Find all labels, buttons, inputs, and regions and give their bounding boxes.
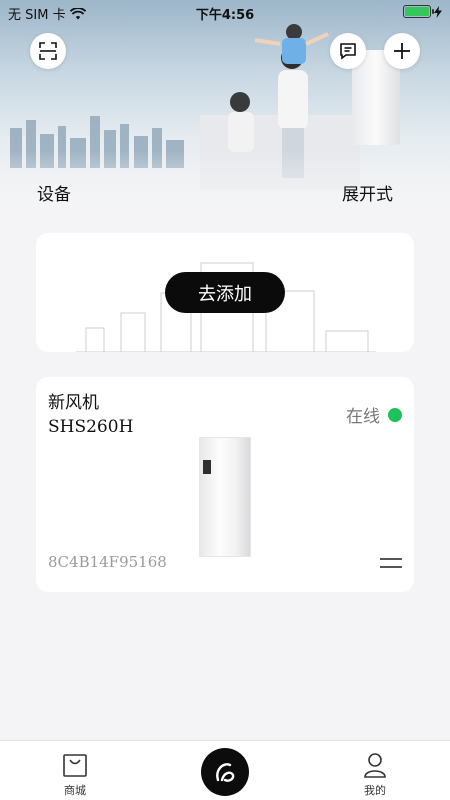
device-card[interactable]: 新风机SHS260H 在线 8C4B14F95168	[36, 377, 414, 592]
device-control-panel	[203, 460, 211, 474]
message-button[interactable]	[330, 33, 366, 69]
scan-button[interactable]	[30, 33, 66, 69]
status-right	[403, 5, 442, 18]
device-status: 在线	[346, 402, 402, 427]
status-time: 下午4:56	[195, 8, 255, 23]
battery-icon	[403, 5, 434, 18]
bottom-tab-bar: 商城 我的	[0, 740, 450, 800]
device-name: 新风机SHS260H	[48, 393, 134, 437]
go-add-button[interactable]: 去添加	[165, 272, 285, 313]
device-status-label: 在线	[346, 407, 380, 427]
add-device-button[interactable]	[384, 33, 420, 69]
brand-home-button[interactable]	[201, 748, 249, 796]
device-id: 8C4B14F95168	[48, 553, 167, 571]
tab-mine[interactable]: 我的	[335, 741, 415, 800]
brand-logo-icon	[216, 763, 235, 782]
online-status-dot	[388, 407, 402, 422]
view-mode-toggle[interactable]: 展开式	[342, 180, 393, 205]
add-device-card: 去添加	[36, 233, 414, 352]
scan-icon	[39, 42, 57, 60]
status-bar: 无 SIM 卡 下午4:56	[0, 0, 450, 24]
message-icon	[340, 43, 356, 60]
tab-mine-label: 我的	[364, 784, 386, 797]
user-icon	[364, 753, 386, 778]
tab-mall-label: 商城	[64, 784, 86, 797]
charging-icon	[434, 5, 442, 18]
shopping-bag-icon	[63, 754, 87, 777]
device-image	[199, 437, 251, 557]
tab-mall[interactable]: 商城	[35, 741, 115, 800]
plus-icon	[394, 43, 410, 59]
section-title: 设备	[37, 185, 71, 205]
device-menu-icon[interactable]	[380, 557, 402, 569]
